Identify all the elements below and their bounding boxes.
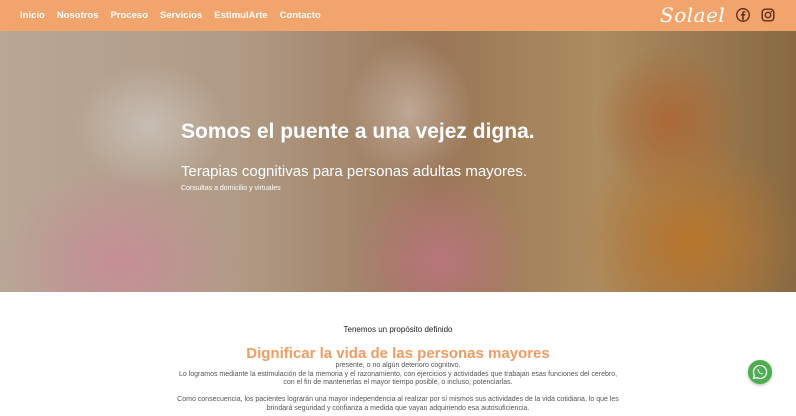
nav-link-nosotros[interactable]: Nosotros xyxy=(57,10,99,21)
hero-note: Consultas a domicilio y virtuales xyxy=(181,185,281,192)
whatsapp-icon[interactable] xyxy=(748,360,772,384)
purpose-section: Tenemos un propósito definido Dignificar… xyxy=(0,292,796,416)
nav-link-servicios[interactable]: Servicios xyxy=(160,10,202,21)
paragraph-line: Como consecuencia, los pacientes logrará… xyxy=(177,396,619,403)
top-navbar: Inicio Nosotros Proceso Servicios Estimu… xyxy=(0,0,796,31)
nav-link-inicio[interactable]: Inicio xyxy=(20,10,45,21)
nav-link-contacto[interactable]: Contacto xyxy=(280,10,321,21)
hero-image-overlay xyxy=(0,31,796,292)
nav-link-estimularte[interactable]: EstimulArte xyxy=(214,10,267,21)
paragraph-line: Lo logramos mediante la estimulación de … xyxy=(178,370,618,378)
paragraph-line: con el fin de mantenerlas el mayor tiemp… xyxy=(283,379,513,386)
paragraph-intro: presente, o no algún deterioro cognitivo… xyxy=(0,362,796,388)
paragraph-line: presente, o no algún deterioro cognitivo… xyxy=(335,362,461,369)
purpose-label: Tenemos un propósito definido xyxy=(343,325,453,334)
paragraph-outcome: Como consecuencia, los pacientes logrará… xyxy=(0,396,796,413)
brand-logo[interactable]: Solael xyxy=(660,3,725,27)
hero-subtitle: Terapias cognitivas para personas adulta… xyxy=(181,163,528,180)
paragraph-line: brindará seguridad y confianza a medida … xyxy=(266,404,530,412)
section-headline: Dignificar la vida de las personas mayor… xyxy=(246,345,550,362)
nav-menu: Inicio Nosotros Proceso Servicios Estimu… xyxy=(20,0,321,31)
hero-title: Somos el puente a una vejez digna. xyxy=(181,120,535,143)
instagram-icon[interactable] xyxy=(761,8,775,22)
hero-banner: Somos el puente a una vejez digna. Terap… xyxy=(0,31,796,292)
nav-link-proceso[interactable]: Proceso xyxy=(111,10,149,21)
facebook-icon[interactable] xyxy=(736,8,750,22)
